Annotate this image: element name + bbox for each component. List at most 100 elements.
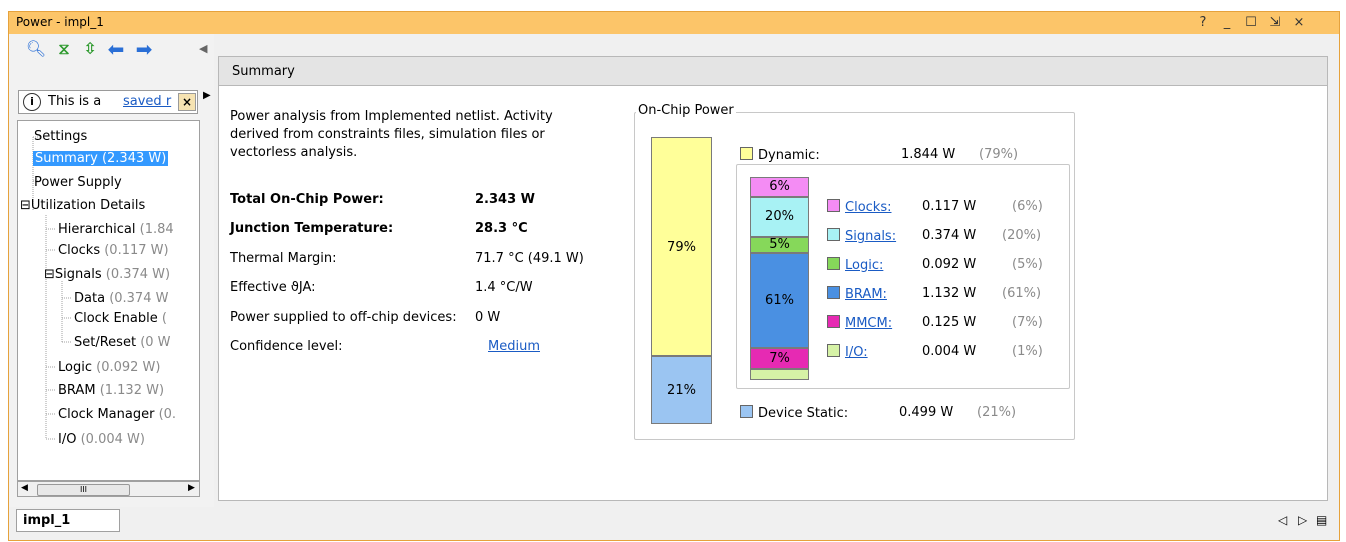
- impl-1-tab[interactable]: impl_1: [16, 509, 120, 532]
- dynamic-value: 1.844 W: [901, 147, 956, 162]
- tree-item-io[interactable]: I/O (0.004 W): [58, 430, 145, 449]
- confidence-link[interactable]: Medium: [488, 339, 540, 354]
- tree-item-set-reset[interactable]: Set/Reset (0 W: [74, 333, 171, 352]
- prev-tab-icon[interactable]: ◁: [1278, 513, 1287, 527]
- saved-report-link[interactable]: saved r: [123, 94, 171, 109]
- intro-line-3: vectorless analysis.: [230, 145, 358, 160]
- tree-item-data[interactable]: Data (0.374 W: [74, 289, 168, 308]
- total-power-label: Total On-Chip Power:: [230, 192, 384, 207]
- collapse-node-icon[interactable]: ⊟: [20, 198, 31, 213]
- mmcm-value: 0.125 W: [922, 315, 977, 330]
- tree-item-clock-enable[interactable]: Clock Enable (: [74, 309, 167, 328]
- info-icon: i: [23, 93, 41, 111]
- tree-item-utilization-details[interactable]: ⊟Utilization Details: [20, 196, 145, 215]
- io-value: 0.004 W: [922, 344, 977, 359]
- panel-collapse-icon[interactable]: ◀: [199, 42, 207, 55]
- legend-clocks[interactable]: Clocks:: [827, 199, 891, 215]
- tab-list-icon[interactable]: ▤: [1316, 513, 1327, 527]
- bar-signals: 20%: [750, 197, 809, 237]
- intro-line-2: derived from constraints files, simulati…: [230, 127, 545, 142]
- thermal-margin-value: 71.7 °C (49.1 W): [475, 251, 584, 266]
- info-text: This is a: [48, 94, 102, 109]
- total-power-value: 2.343 W: [475, 192, 535, 207]
- tree-item-hierarchical[interactable]: Hierarchical (1.84: [58, 220, 174, 239]
- clocks-swatch: [827, 199, 840, 212]
- static-legend: Device Static:: [740, 405, 848, 421]
- forward-arrow-icon[interactable]: ➡: [133, 38, 155, 60]
- legend-io[interactable]: I/O:: [827, 344, 868, 360]
- restore-icon[interactable]: ⇲: [1266, 14, 1284, 32]
- search-icon[interactable]: 🔍︎: [25, 38, 47, 60]
- bram-value: 1.132 W: [922, 286, 977, 301]
- confidence-label: Confidence level:: [230, 339, 343, 354]
- on-chip-power-title: On-Chip Power: [636, 103, 736, 118]
- junction-temp-label: Junction Temperature:: [230, 221, 394, 236]
- scroll-thumb[interactable]: III: [37, 484, 130, 496]
- title-bar[interactable]: Power - impl_1 ? _ ☐ ⇲ ×: [9, 12, 1339, 34]
- off-chip-label: Power supplied to off-chip devices:: [230, 310, 457, 325]
- maximize-icon[interactable]: ☐: [1242, 14, 1260, 32]
- effective-theta-label: Effective ϑJA:: [230, 280, 316, 295]
- mmcm-swatch: [827, 315, 840, 328]
- signals-swatch: [827, 228, 840, 241]
- tree-item-clocks[interactable]: Clocks (0.117 W): [58, 241, 169, 260]
- expand-all-icon[interactable]: ⇳: [79, 38, 101, 60]
- logic-value: 0.092 W: [922, 257, 977, 272]
- thermal-margin-label: Thermal Margin:: [230, 251, 337, 266]
- off-chip-value: 0 W: [475, 310, 501, 325]
- bar-io: [750, 369, 809, 380]
- clocks-value: 0.117 W: [922, 199, 977, 214]
- bar-logic: 5%: [750, 237, 809, 253]
- bar-clocks: 6%: [750, 177, 809, 197]
- legend-signals[interactable]: Signals:: [827, 228, 896, 244]
- logic-pct: (5%): [1012, 257, 1043, 272]
- effective-theta-value: 1.4 °C/W: [475, 280, 533, 295]
- collapse-all-icon[interactable]: ⧖: [53, 38, 75, 60]
- summary-tab[interactable]: Summary: [232, 64, 295, 79]
- legend-logic[interactable]: Logic:: [827, 257, 883, 273]
- scroll-right-icon[interactable]: ▶: [188, 483, 195, 493]
- bram-pct: (61%): [1002, 286, 1042, 301]
- dynamic-pct: (79%): [979, 147, 1025, 162]
- intro-line-1: Power analysis from Implemented netlist.…: [230, 109, 553, 124]
- legend-bram[interactable]: BRAM:: [827, 286, 887, 302]
- mmcm-pct: (7%): [1012, 315, 1043, 330]
- tree-item-power-supply[interactable]: Power Supply: [34, 173, 122, 192]
- tree-item-logic[interactable]: Logic (0.092 W): [58, 358, 160, 377]
- collapse-node-icon[interactable]: ⊟: [44, 267, 55, 282]
- info-bar: i This is a saved r ×: [18, 90, 198, 114]
- signals-value: 0.374 W: [922, 228, 977, 243]
- tree-item-settings[interactable]: Settings: [34, 127, 87, 146]
- bar-static: 21%: [651, 356, 712, 424]
- bar-mmcm: 7%: [750, 348, 809, 369]
- tree-item-summary[interactable]: Summary (2.343 W): [33, 149, 169, 168]
- summary-header: Summary: [218, 56, 1328, 86]
- static-swatch: [740, 405, 753, 418]
- close-info-icon[interactable]: ×: [178, 93, 196, 111]
- horizontal-scrollbar[interactable]: ◀ III ▶: [17, 481, 200, 497]
- minimize-icon[interactable]: _: [1218, 14, 1236, 32]
- signals-pct: (20%): [1002, 228, 1042, 243]
- clocks-pct: (6%): [1012, 199, 1043, 214]
- bar-bram: 61%: [750, 253, 809, 348]
- junction-temp-value: 28.3 °C: [475, 221, 528, 236]
- window-title: Power - impl_1: [16, 15, 104, 29]
- tree-item-signals[interactable]: ⊟Signals (0.374 W): [44, 265, 170, 284]
- bram-swatch: [827, 286, 840, 299]
- legend-mmcm[interactable]: MMCM:: [827, 315, 892, 331]
- expand-info-icon[interactable]: ▶: [203, 90, 211, 101]
- help-icon[interactable]: ?: [1194, 14, 1212, 32]
- close-icon[interactable]: ×: [1290, 14, 1308, 32]
- back-arrow-icon[interactable]: ⬅: [105, 38, 127, 60]
- bar-dynamic: 79%: [651, 137, 712, 356]
- tree-item-bram[interactable]: BRAM (1.132 W): [58, 381, 164, 400]
- static-value: 0.499 W: [899, 405, 954, 420]
- logic-swatch: [827, 257, 840, 270]
- tree-item-clock-manager[interactable]: Clock Manager (0.: [58, 405, 176, 424]
- dynamic-swatch: [740, 147, 753, 160]
- io-pct: (1%): [1012, 344, 1043, 359]
- power-tree: Settings Summary (2.343 W) Power Supply …: [17, 120, 200, 481]
- dynamic-legend: Dynamic:: [740, 147, 824, 163]
- next-tab-icon[interactable]: ▷: [1298, 513, 1307, 527]
- scroll-left-icon[interactable]: ◀: [21, 483, 28, 493]
